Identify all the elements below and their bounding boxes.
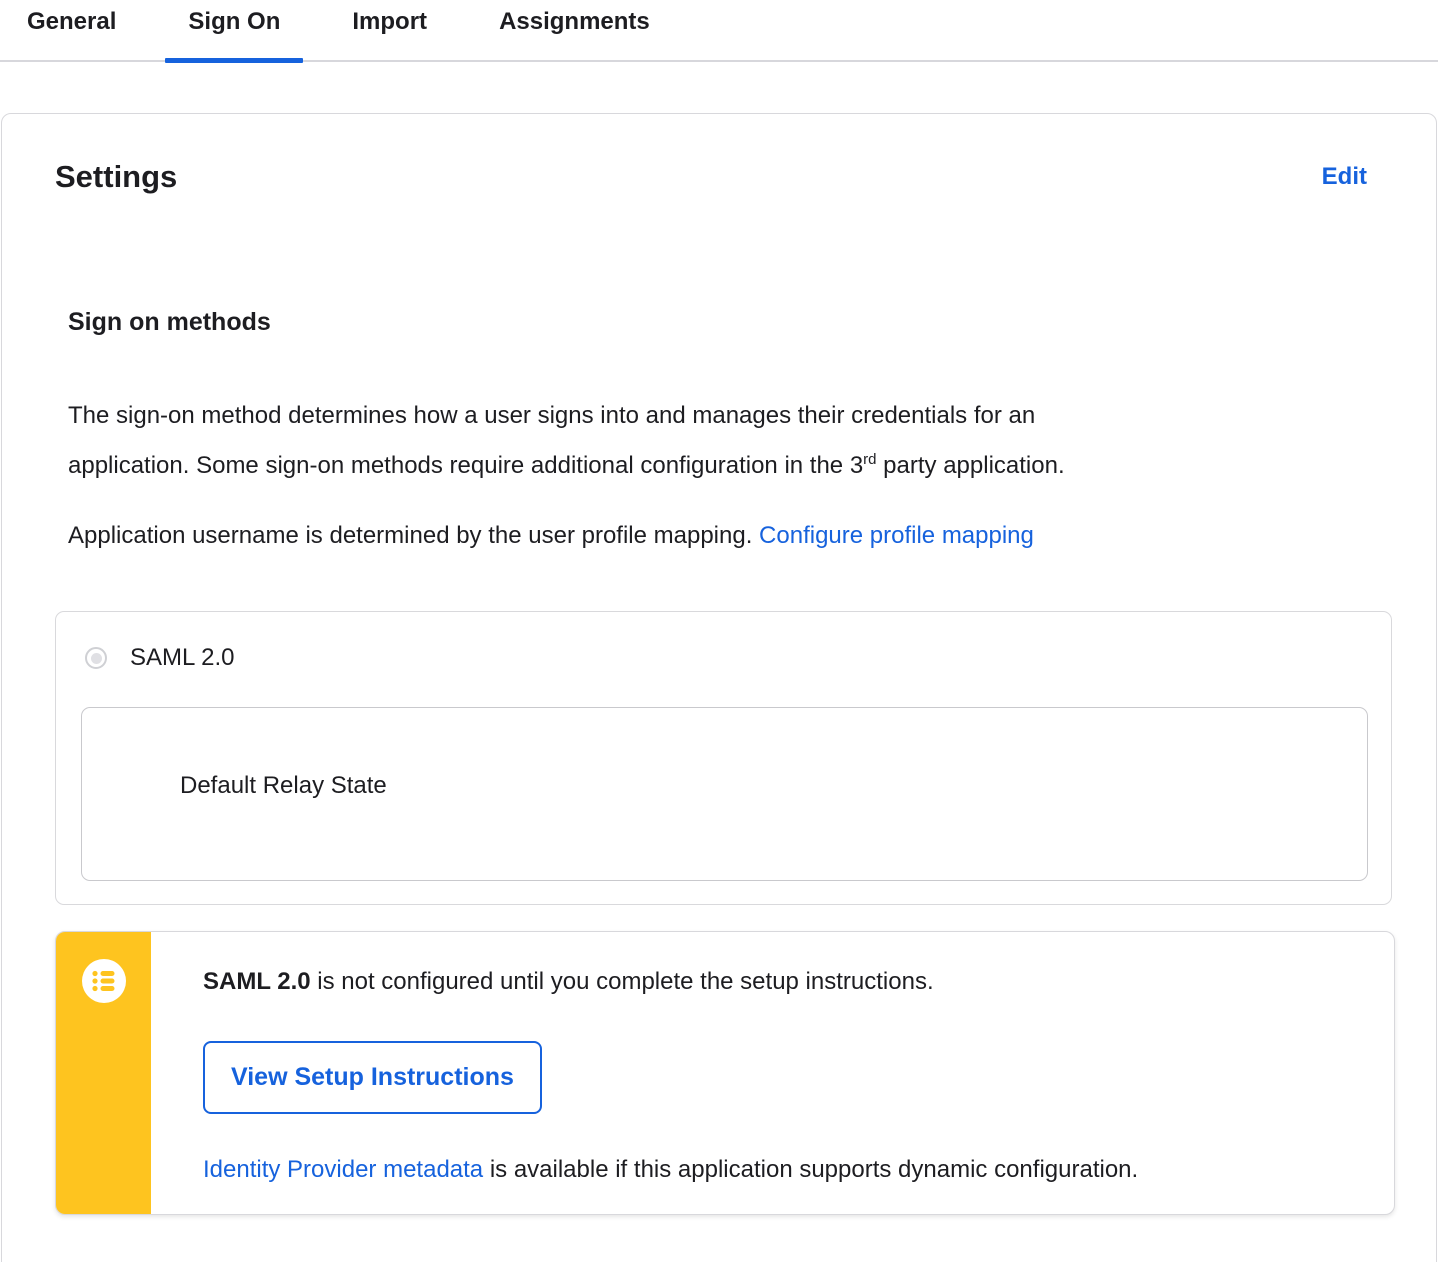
tab-assignments[interactable]: Assignments <box>476 0 673 44</box>
radio-dot <box>90 652 102 664</box>
tab-general[interactable]: General <box>4 0 139 44</box>
callout-message: SAML 2.0 is not configured until you com… <box>203 968 934 995</box>
description-line-2: application. Some sign-on methods requir… <box>68 452 864 479</box>
sign-on-methods-section: Sign on methods The sign-on method deter… <box>55 306 1395 1215</box>
saml-setup-callout: SAML 2.0 is not configured until you com… <box>55 931 1395 1215</box>
settings-card-header: Settings Edit <box>55 114 1389 196</box>
description-line-2-end: party application. <box>876 452 1065 479</box>
saml-radio-button[interactable] <box>85 647 107 669</box>
settings-card: Settings Edit Sign on methods The sign-o… <box>1 113 1437 1262</box>
username-mapping-text: Application username is determined by th… <box>68 522 1034 549</box>
sign-on-description: The sign-on method determines how a user… <box>68 391 1389 491</box>
tab-bar: General Sign On Import Assignments <box>0 0 1438 64</box>
metadata-line: Identity Provider metadata is available … <box>203 1156 1139 1183</box>
callout-message-bold: SAML 2.0 <box>203 968 311 995</box>
configure-profile-mapping-link[interactable]: Configure profile mapping <box>759 522 1034 549</box>
saml-radio-label: SAML 2.0 <box>130 644 235 671</box>
edit-link[interactable]: Edit <box>1322 163 1367 191</box>
default-relay-state-label: Default Relay State <box>180 772 387 799</box>
warning-stripe <box>56 932 151 1214</box>
list-icon <box>81 959 126 1003</box>
view-setup-instructions-button[interactable]: View Setup Instructions <box>203 1041 542 1114</box>
callout-body: SAML 2.0 is not configured until you com… <box>151 932 1394 1214</box>
description-line-1: The sign-on method determines how a user… <box>68 402 1036 429</box>
tab-import[interactable]: Import <box>329 0 450 44</box>
ordinal-superscript: rd <box>863 451 877 468</box>
saml-radio-row: SAML 2.0 <box>85 644 1366 672</box>
page-title: Settings <box>55 159 178 194</box>
tab-sign-on[interactable]: Sign On <box>165 0 304 63</box>
section-heading: Sign on methods <box>68 308 271 336</box>
identity-provider-metadata-link[interactable]: Identity Provider metadata <box>203 1156 483 1183</box>
saml-method-box: SAML 2.0 Default Relay State <box>55 611 1392 905</box>
default-relay-state-box: Default Relay State <box>81 707 1368 881</box>
